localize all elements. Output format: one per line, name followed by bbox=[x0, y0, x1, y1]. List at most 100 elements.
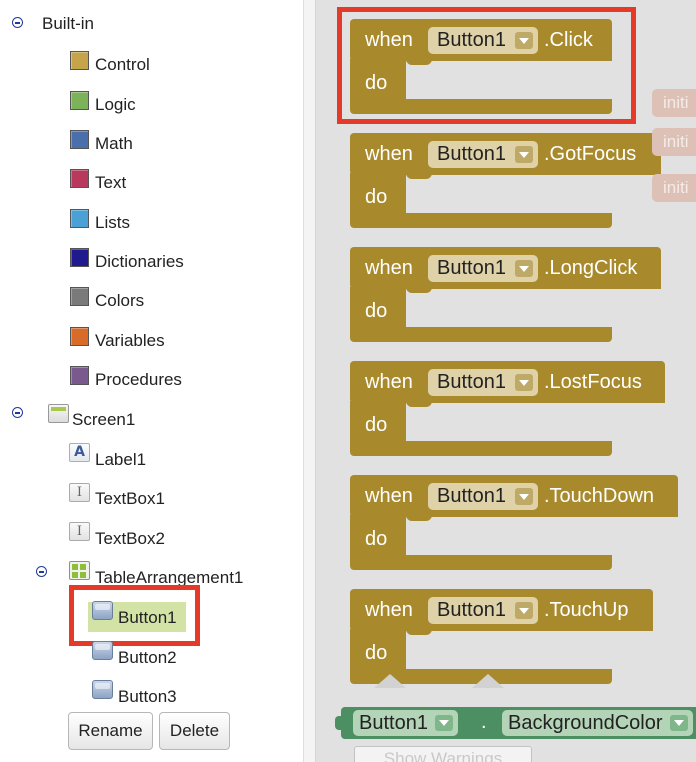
trash-lid-icon bbox=[374, 674, 406, 688]
component-dropdown-label: Button1 bbox=[437, 257, 506, 279]
chevron-down-icon bbox=[669, 715, 688, 731]
drawer-color-swatch-icon bbox=[70, 169, 89, 188]
block-when-label: when bbox=[365, 599, 413, 621]
block-footer bbox=[350, 327, 612, 342]
init-block-ghost[interactable]: initi bbox=[652, 89, 696, 117]
component-dropdown-label: Button1 bbox=[359, 712, 428, 734]
property-dropdown[interactable]: BackgroundColor bbox=[502, 710, 693, 736]
component-dropdown[interactable]: Button1 bbox=[353, 710, 458, 736]
button-icon bbox=[92, 680, 113, 699]
block-when-label: when bbox=[365, 143, 413, 165]
block-footer bbox=[350, 441, 612, 456]
block-when-label: when bbox=[365, 371, 413, 393]
chevron-down-icon bbox=[434, 715, 453, 731]
event-handler-block[interactable]: when Button1 .GotFocus do bbox=[350, 133, 680, 229]
blocks-workspace[interactable]: when Button1 .Click do when Button1 .GotFocus d… bbox=[316, 0, 696, 762]
chevron-down-icon bbox=[514, 146, 533, 163]
button-icon bbox=[92, 641, 113, 660]
block-event-name: .TouchDown bbox=[544, 485, 655, 507]
property-dot: . bbox=[481, 711, 487, 733]
drawer-color-swatch-icon bbox=[70, 130, 89, 149]
block-notch bbox=[406, 401, 432, 407]
tree-item-button2[interactable]: Button2 bbox=[118, 648, 177, 668]
drawer-item-dictionaries[interactable]: Dictionaries bbox=[95, 252, 184, 272]
block-event-name: .GotFocus bbox=[544, 143, 637, 165]
block-notch bbox=[406, 515, 432, 521]
drawer-item-control[interactable]: Control bbox=[95, 55, 150, 75]
table-arrangement-icon bbox=[69, 561, 90, 580]
block-footer bbox=[350, 555, 612, 570]
block-notch bbox=[406, 287, 432, 293]
drawer-color-swatch-icon bbox=[70, 91, 89, 110]
drawer-color-swatch-icon bbox=[70, 248, 89, 267]
event-handler-block[interactable]: when Button1 .LongClick do bbox=[350, 247, 680, 343]
component-dropdown[interactable]: Button1 bbox=[428, 597, 538, 624]
drawer-color-swatch-icon bbox=[70, 366, 89, 385]
delete-button[interactable]: Delete bbox=[159, 712, 230, 750]
chevron-down-icon bbox=[514, 488, 533, 505]
screen-icon bbox=[48, 404, 69, 423]
chevron-down-icon bbox=[514, 260, 533, 277]
collapse-toggle-screen-icon[interactable] bbox=[12, 407, 23, 418]
drawer-item-colors[interactable]: Colors bbox=[95, 291, 144, 311]
event-handler-block[interactable]: when Button1 .TouchUp do bbox=[350, 589, 680, 685]
drawer-color-swatch-icon bbox=[70, 209, 89, 228]
panel-divider[interactable] bbox=[303, 0, 316, 762]
component-dropdown-label: Button1 bbox=[437, 599, 506, 621]
component-dropdown-label: Button1 bbox=[437, 371, 506, 393]
block-event-name: .LongClick bbox=[544, 257, 638, 279]
block-do-label: do bbox=[365, 414, 388, 436]
component-dropdown[interactable]: Button1 bbox=[428, 369, 538, 396]
component-dropdown[interactable]: Button1 bbox=[428, 141, 538, 168]
block-notch bbox=[406, 173, 432, 179]
drawer-item-lists[interactable]: Lists bbox=[95, 213, 130, 233]
component-dropdown[interactable]: Button1 bbox=[428, 483, 538, 510]
property-getter-block[interactable]: Button1 . BackgroundColor bbox=[335, 707, 696, 739]
init-block-ghost[interactable]: initi bbox=[652, 174, 696, 202]
block-notch bbox=[406, 629, 432, 635]
tree-item-textbox1[interactable]: TextBox1 bbox=[95, 489, 165, 509]
label-icon: A bbox=[69, 443, 90, 462]
annotation-highlight-box bbox=[69, 585, 200, 646]
drawer-color-swatch-icon bbox=[70, 327, 89, 346]
drawer-item-math[interactable]: Math bbox=[95, 134, 133, 154]
event-handler-block[interactable]: when Button1 .LostFocus do bbox=[350, 361, 680, 457]
collapse-toggle-builtin-icon[interactable] bbox=[12, 17, 23, 28]
block-do-label: do bbox=[365, 528, 388, 550]
init-block-ghost[interactable]: initi bbox=[652, 128, 696, 156]
block-when-label: when bbox=[365, 257, 413, 279]
block-footer bbox=[350, 213, 612, 228]
event-handler-block[interactable]: when Button1 .TouchDown do bbox=[350, 475, 680, 571]
blocks-tree-panel: Built-in Control Logic Math Text Lists Dictio… bbox=[0, 0, 303, 762]
block-event-name: .LostFocus bbox=[544, 371, 642, 393]
component-dropdown[interactable]: Button1 bbox=[428, 255, 538, 282]
collapse-toggle-arrangement-icon[interactable] bbox=[36, 566, 47, 577]
component-dropdown-label: Button1 bbox=[437, 143, 506, 165]
trash-lid-icon bbox=[472, 674, 504, 688]
component-dropdown-label: Button1 bbox=[437, 485, 506, 507]
drawer-color-swatch-icon bbox=[70, 51, 89, 70]
drawer-color-swatch-icon bbox=[70, 287, 89, 306]
chevron-down-icon bbox=[514, 602, 533, 619]
property-dropdown-label: BackgroundColor bbox=[508, 712, 663, 734]
drawer-item-procedures[interactable]: Procedures bbox=[95, 370, 182, 390]
drawer-item-variables[interactable]: Variables bbox=[95, 331, 165, 351]
tree-item-builtin[interactable]: Built-in bbox=[42, 14, 94, 34]
block-do-label: do bbox=[365, 642, 388, 664]
show-warnings-button[interactable]: Show Warnings bbox=[354, 746, 532, 762]
block-event-name: .TouchUp bbox=[544, 599, 629, 621]
block-when-label: when bbox=[365, 485, 413, 507]
annotation-highlight-box bbox=[337, 7, 636, 124]
drawer-item-logic[interactable]: Logic bbox=[95, 95, 136, 115]
rename-button[interactable]: Rename bbox=[68, 712, 153, 750]
drawer-item-text[interactable]: Text bbox=[95, 173, 126, 193]
chevron-down-icon bbox=[514, 374, 533, 391]
textbox-icon: I bbox=[69, 522, 90, 541]
tree-item-button3[interactable]: Button3 bbox=[118, 687, 177, 707]
textbox-icon: I bbox=[69, 483, 90, 502]
block-do-label: do bbox=[365, 300, 388, 322]
tree-item-screen1[interactable]: Screen1 bbox=[72, 410, 135, 430]
tree-item-textbox2[interactable]: TextBox2 bbox=[95, 529, 165, 549]
block-do-label: do bbox=[365, 186, 388, 208]
tree-item-label1[interactable]: Label1 bbox=[95, 450, 146, 470]
